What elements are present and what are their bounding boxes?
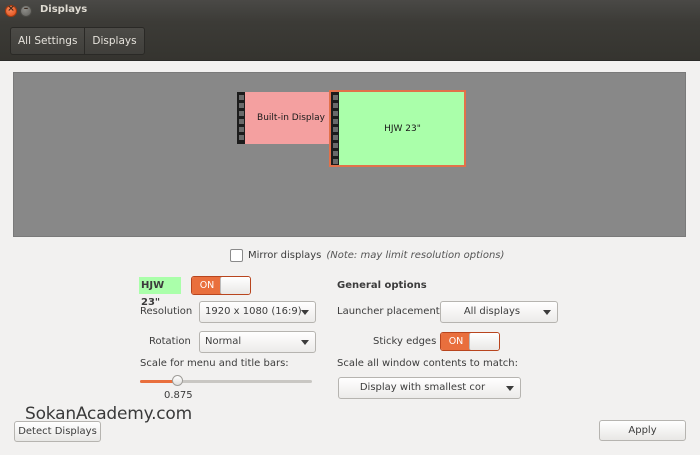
monitor-power-switch[interactable]: ON xyxy=(191,276,251,295)
monitor-builtin-label: Built-in Display xyxy=(257,113,325,123)
mirror-displays-checkbox[interactable] xyxy=(230,249,243,262)
monitor-builtin-display[interactable]: Built-in Display xyxy=(236,91,336,145)
breadcrumb: All Settings Displays xyxy=(10,27,145,55)
switch-knob[interactable] xyxy=(220,277,250,294)
sticky-edges-switch[interactable]: ON xyxy=(440,332,500,351)
scale-all-select[interactable]: Display with smallest cor xyxy=(338,377,521,399)
chevron-down-icon xyxy=(506,386,514,391)
apply-button[interactable]: Apply xyxy=(599,420,686,441)
general-options-heading: General options xyxy=(337,280,427,291)
monitor-name-label: HJW 23" xyxy=(139,277,181,308)
monitor-hjw-23[interactable]: HJW 23" xyxy=(329,90,466,167)
mirror-displays-label[interactable]: Mirror displays xyxy=(248,250,321,261)
switch-knob[interactable] xyxy=(469,333,499,350)
launcher-placement-select[interactable]: All displays xyxy=(440,301,558,323)
scale-value: 0.875 xyxy=(164,390,193,401)
rotation-value: Normal xyxy=(205,336,242,347)
monitor-drag-handle[interactable] xyxy=(237,92,245,144)
mirror-displays-note: (Note: may limit resolution options) xyxy=(326,250,505,261)
scale-all-value: Display with smallest cor xyxy=(359,382,486,393)
crumb-all-settings[interactable]: All Settings xyxy=(11,28,84,54)
window-title: Displays xyxy=(40,4,88,15)
toolbar: All Settings Displays xyxy=(0,22,700,61)
resolution-value: 1920 x 1080 (16:9) xyxy=(205,306,302,317)
switch-on-label: ON xyxy=(441,333,471,350)
detect-displays-button[interactable]: Detect Displays xyxy=(14,421,101,442)
scale-all-label: Scale all window contents to match: xyxy=(337,358,518,369)
rotation-label: Rotation xyxy=(149,336,191,347)
scale-label: Scale for menu and title bars: xyxy=(140,358,289,369)
launcher-placement-value: All displays xyxy=(463,306,521,317)
mirror-displays-row: Mirror displays (Note: may limit resolut… xyxy=(230,249,504,262)
switch-on-label: ON xyxy=(192,277,222,294)
resolution-label: Resolution xyxy=(140,306,193,317)
scale-slider-handle[interactable] xyxy=(172,375,184,386)
sticky-edges-label: Sticky edges xyxy=(373,336,437,347)
monitor-drag-handle[interactable] xyxy=(331,92,339,165)
rotation-select[interactable]: Normal xyxy=(199,331,316,353)
chevron-down-icon xyxy=(301,310,309,315)
monitor-hjw-label: HJW 23" xyxy=(384,123,421,134)
chevron-down-icon xyxy=(301,340,309,345)
crumb-displays[interactable]: Displays xyxy=(84,28,143,54)
chevron-down-icon xyxy=(543,310,551,315)
launcher-placement-label: Launcher placement xyxy=(337,306,440,317)
title-bar: × – Displays xyxy=(0,0,700,22)
minimize-icon[interactable]: – xyxy=(20,4,32,17)
close-icon[interactable]: × xyxy=(5,4,17,17)
scale-slider[interactable] xyxy=(140,380,312,383)
resolution-select[interactable]: 1920 x 1080 (16:9) xyxy=(199,301,316,323)
